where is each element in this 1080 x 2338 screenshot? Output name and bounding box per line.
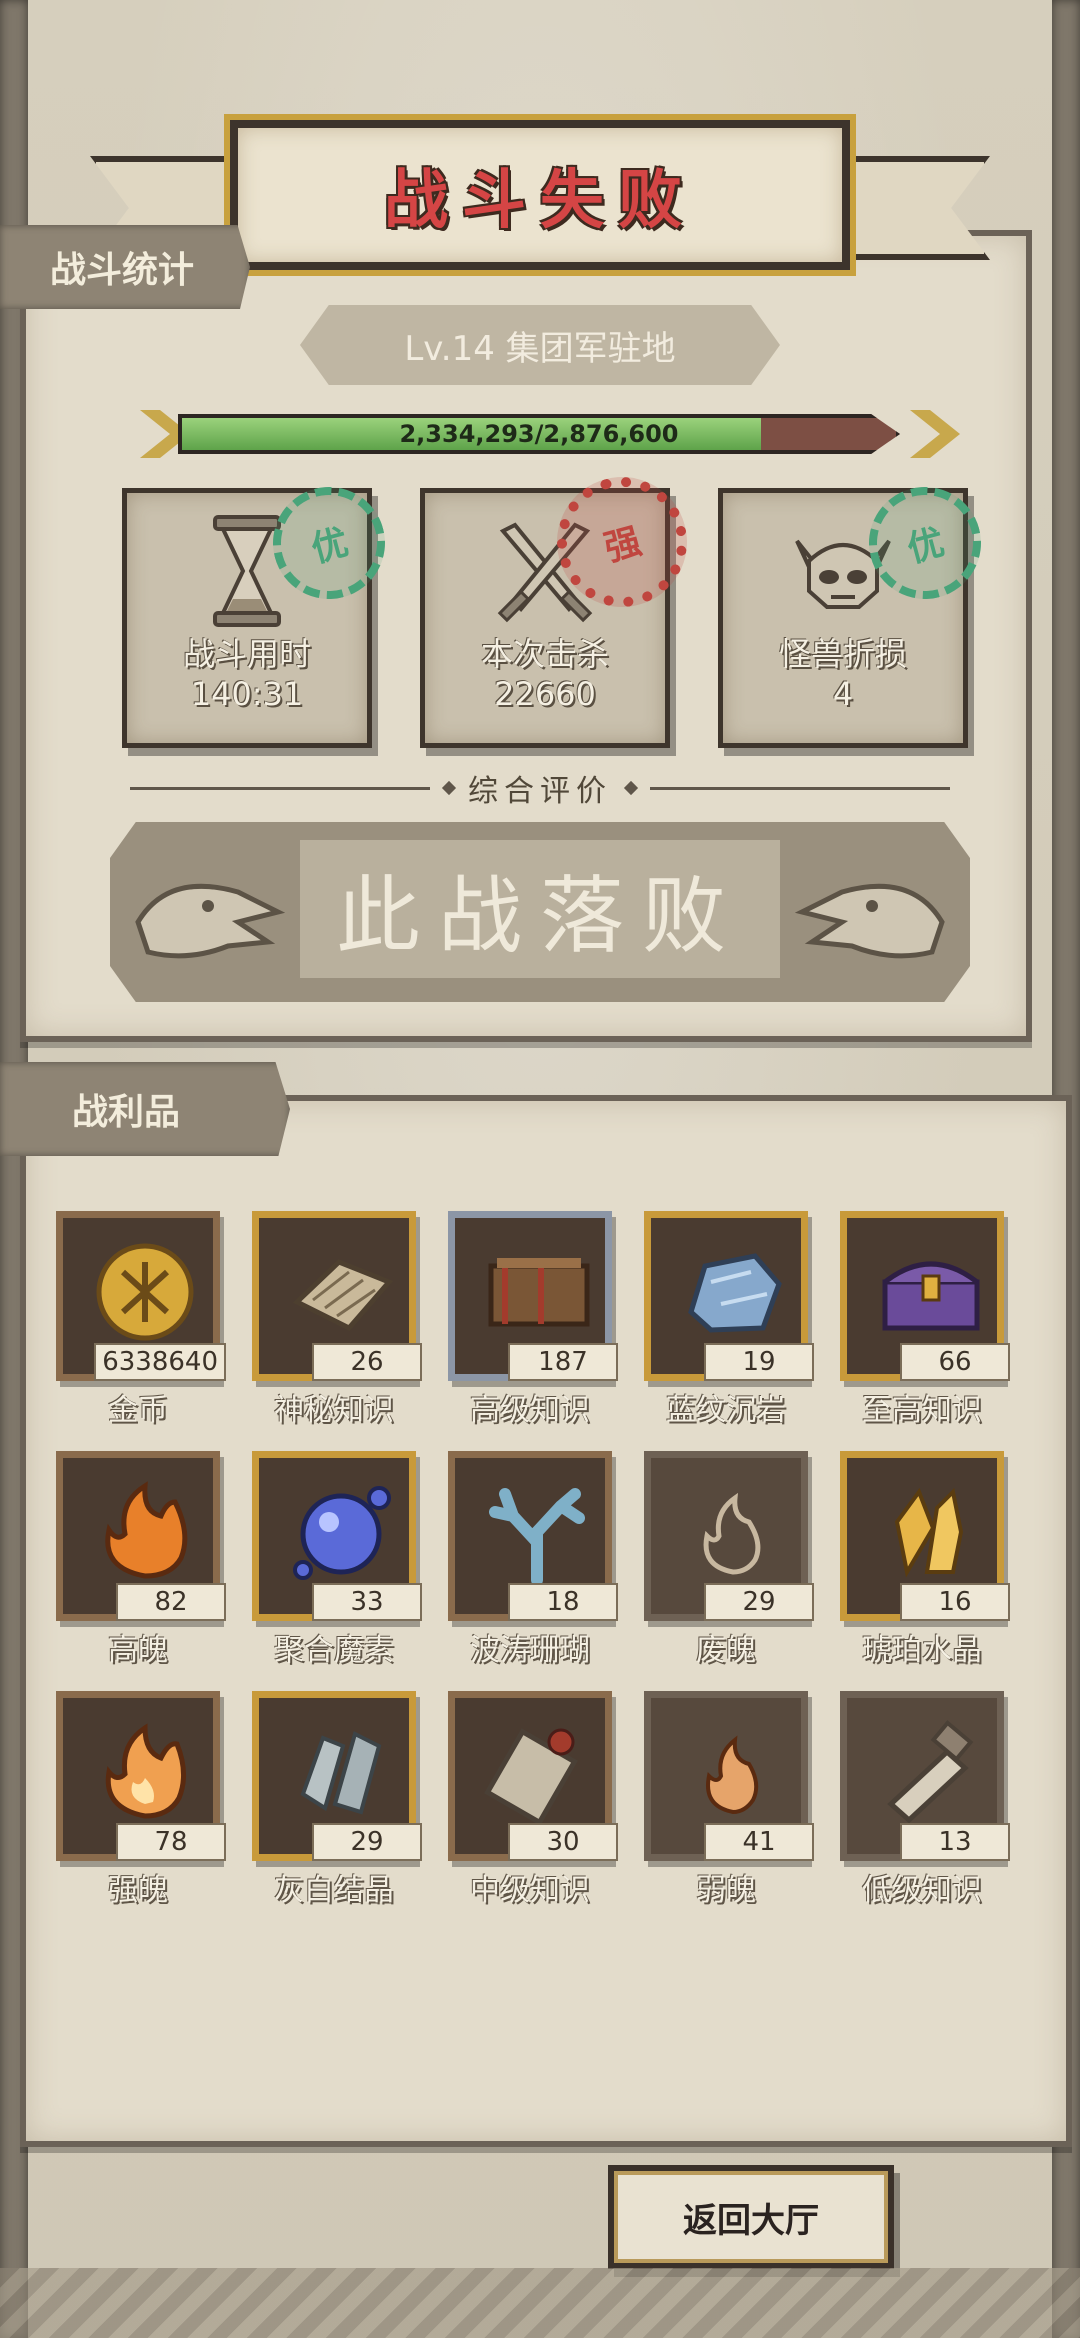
loot-item[interactable]: 26 神秘知识 xyxy=(246,1205,422,1428)
loot-count: 19 xyxy=(704,1343,814,1381)
stat-label: 本次击杀 xyxy=(480,635,609,673)
loot-count: 33 xyxy=(312,1583,422,1621)
loot-count: 29 xyxy=(312,1823,422,1861)
hp-track: 2,334,293/2,876,600 xyxy=(178,414,900,454)
loot-item[interactable]: 29 灰白结晶 xyxy=(246,1685,422,1908)
enemy-hp-bar: 2,334,293/2,876,600 xyxy=(140,410,960,458)
loot-name: 至高知识 xyxy=(862,1393,982,1428)
coral-icon xyxy=(489,1488,585,1586)
loot-item[interactable]: 187 高级知识 xyxy=(442,1205,618,1428)
dragon-head-icon xyxy=(135,883,286,959)
loot-name: 灰白结晶 xyxy=(274,1873,394,1908)
rolled-paper-icon xyxy=(887,1720,974,1824)
diamond-icon xyxy=(441,780,457,796)
scroll-icon xyxy=(484,1728,578,1826)
stat-label: 怪兽折损 xyxy=(778,635,907,673)
evaluation-label: 综合评价 xyxy=(468,774,612,809)
result-banner: 战斗失败 xyxy=(90,120,990,270)
treasure-chest-icon xyxy=(882,1261,980,1331)
orange-flame-icon xyxy=(105,1481,188,1579)
faint-flame-icon xyxy=(703,1492,761,1575)
amber-crystal-icon xyxy=(894,1487,964,1578)
arrow-right-icon xyxy=(910,410,960,458)
loot-item[interactable]: 78 强魄 xyxy=(50,1685,226,1908)
stat-label: 战斗用时 xyxy=(182,635,311,673)
loot-count: 187 xyxy=(508,1343,618,1381)
loot-name: 神秘知识 xyxy=(274,1393,394,1428)
loot-name: 蓝纹沉岩 xyxy=(666,1393,786,1428)
stage-level-plate: Lv.14 集团军驻地 xyxy=(300,305,780,385)
loot-count: 16 xyxy=(900,1583,1010,1621)
loot-item[interactable]: 66 至高知识 xyxy=(834,1205,1010,1428)
evaluation-result: 此战落败 xyxy=(335,866,744,965)
stat-card-time: 优 战斗用时 140:31 xyxy=(122,474,398,748)
loot-item[interactable]: 16 琥珀水晶 xyxy=(834,1445,1010,1668)
stat-value: 4 xyxy=(832,675,854,713)
loot-item[interactable]: 82 高魄 xyxy=(50,1445,226,1668)
stat-card-monster-loss: 优 怪兽折损 4 xyxy=(718,474,994,748)
blue-ore-icon xyxy=(688,1253,782,1333)
loot-name: 琥珀水晶 xyxy=(862,1633,982,1668)
stat-value: 22660 xyxy=(494,675,596,713)
loot-count: 18 xyxy=(508,1583,618,1621)
floor-pattern xyxy=(0,2268,1080,2338)
return-lobby-button[interactable]: 返回大厅 xyxy=(608,2165,894,2269)
hp-value: 2,334,293/2,876,600 xyxy=(399,420,679,448)
diamond-icon xyxy=(623,780,639,796)
strong-flame-icon xyxy=(105,1723,186,1819)
loot-name: 波涛珊瑚 xyxy=(470,1633,590,1668)
dragon-head-icon xyxy=(794,883,945,959)
evaluation-divider: 综合评价 xyxy=(130,768,950,809)
loot-count: 78 xyxy=(116,1823,226,1861)
loot-count: 82 xyxy=(116,1583,226,1621)
stats-section-label: 战斗统计 xyxy=(50,250,195,291)
battle-result-title: 战斗失败 xyxy=(384,164,696,238)
loot-name: 高魄 xyxy=(108,1633,168,1668)
loot-section-tag: 战利品 xyxy=(0,1062,290,1156)
loot-count: 29 xyxy=(704,1583,814,1621)
loot-name: 高级知识 xyxy=(470,1393,590,1428)
loot-item[interactable]: 19 蓝纹沉岩 xyxy=(638,1205,814,1428)
stat-card-kills: 强 本次击杀 22660 xyxy=(420,462,702,748)
loot-count: 41 xyxy=(704,1823,814,1861)
loot-count: 13 xyxy=(900,1823,1010,1861)
stats-section-tag: 战斗统计 xyxy=(0,225,250,309)
loot-name: 低级知识 xyxy=(862,1873,982,1908)
loot-item[interactable]: 33 聚合魔素 xyxy=(246,1445,422,1668)
loot-item[interactable]: 6338640 金币 xyxy=(50,1205,226,1428)
loot-name: 中级知识 xyxy=(470,1873,590,1908)
loot-item[interactable]: 29 废魄 xyxy=(638,1445,814,1668)
loot-count: 26 xyxy=(312,1343,422,1381)
loot-section-label: 战利品 xyxy=(72,1092,181,1133)
loot-name: 废魄 xyxy=(696,1633,756,1668)
gold-coin-icon xyxy=(96,1243,194,1341)
loot-item[interactable]: 41 弱魄 xyxy=(638,1685,814,1908)
loot-count: 6338640 xyxy=(94,1343,226,1381)
weak-flame-icon xyxy=(706,1735,759,1815)
grey-crystal-icon xyxy=(300,1731,382,1815)
loot-name: 强魄 xyxy=(108,1873,168,1908)
bound-book-icon xyxy=(488,1258,590,1327)
loot-item[interactable]: 13 低级知识 xyxy=(834,1685,1010,1908)
banner-body: 战斗失败 xyxy=(230,120,850,270)
loot-name: 聚合魔素 xyxy=(274,1633,394,1668)
stage-level-label: Lv.14 集团军驻地 xyxy=(404,328,676,369)
stone-tablet-icon xyxy=(292,1259,394,1332)
loot-name: 金币 xyxy=(108,1393,168,1428)
loot-item[interactable]: 30 中级知识 xyxy=(442,1685,618,1908)
loot-count: 30 xyxy=(508,1823,618,1861)
loot-count: 66 xyxy=(900,1343,1010,1381)
stat-value: 140:31 xyxy=(190,675,304,713)
evaluation-banner: 此战落败 xyxy=(110,822,970,1002)
loot-name: 弱魄 xyxy=(696,1873,756,1908)
magic-orb-icon xyxy=(293,1486,391,1580)
evaluation-result-plate: 此战落败 xyxy=(300,840,780,978)
loot-item[interactable]: 18 波涛珊瑚 xyxy=(442,1445,618,1668)
